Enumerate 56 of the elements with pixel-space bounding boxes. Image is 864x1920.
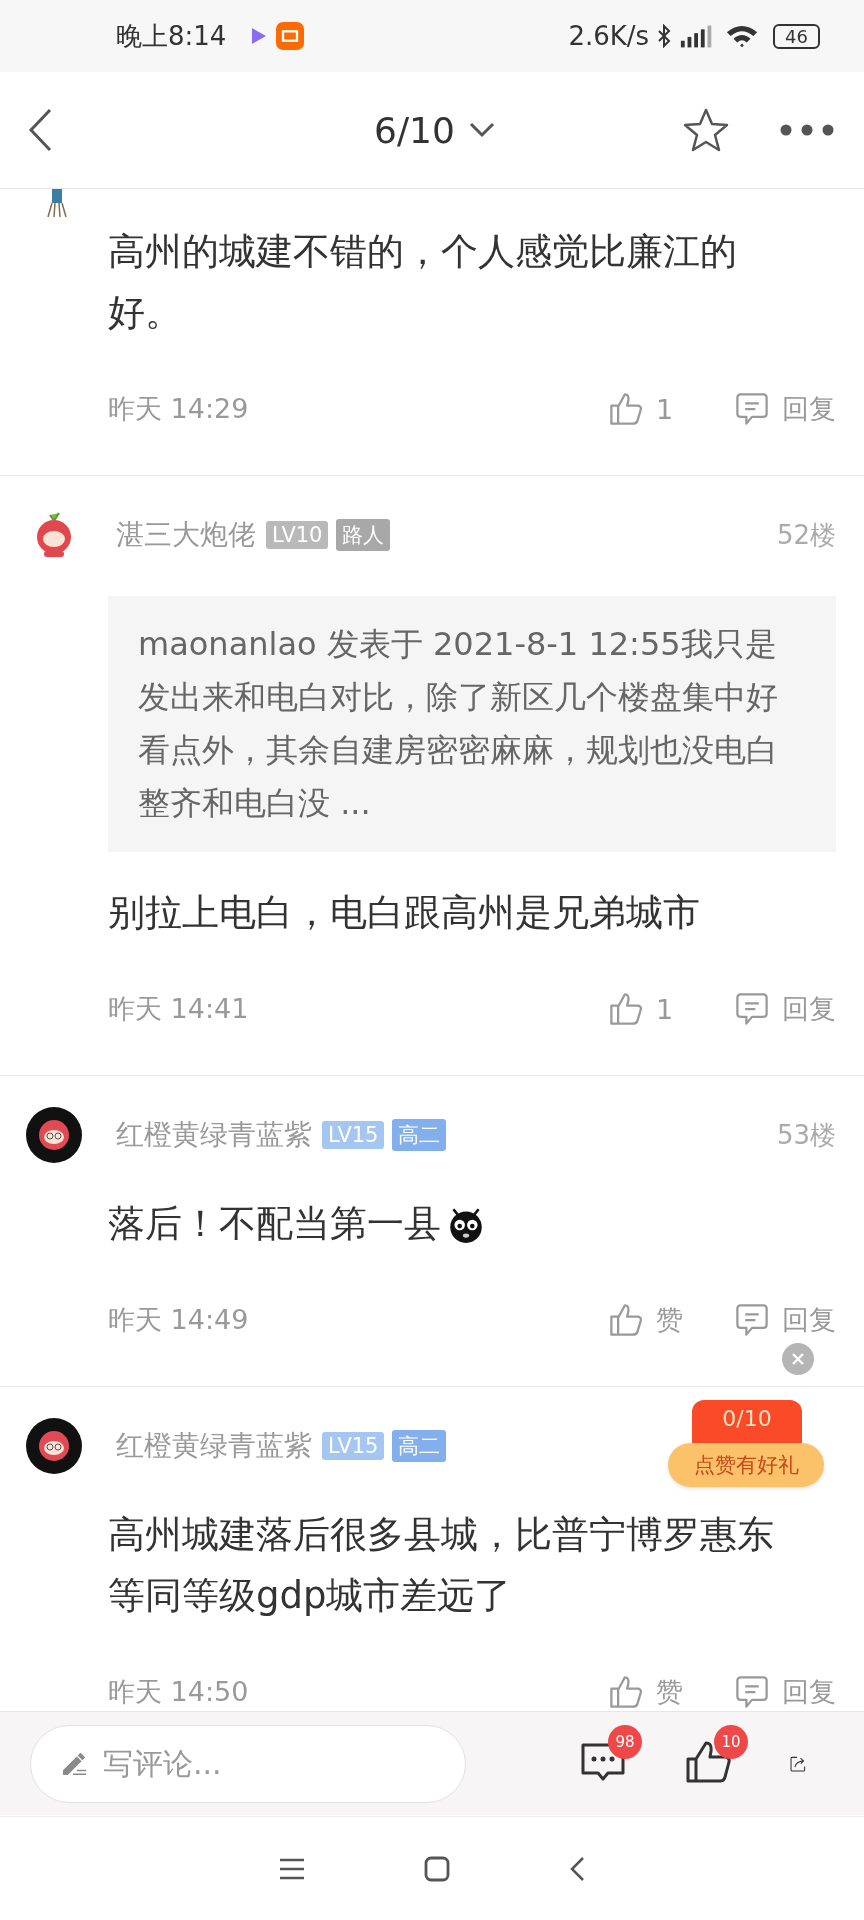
user-name[interactable]: 湛三大炮佬 <box>116 516 256 554</box>
wifi-icon <box>725 23 760 49</box>
comment-icon[interactable] <box>734 1674 770 1710</box>
avatar[interactable] <box>26 1107 82 1163</box>
comment-icon[interactable] <box>734 1302 770 1338</box>
like-reward-button[interactable]: 点赞有好礼 <box>668 1443 824 1487</box>
thumbs-up-icon[interactable] <box>608 1674 644 1710</box>
comment-text: 别拉上电白，电白跟高州是兄弟城市 <box>108 890 700 936</box>
comment-time: 昨天 14:29 <box>108 392 249 426</box>
star-icon[interactable] <box>682 107 730 153</box>
user-badge: LV15 <box>322 1432 385 1460</box>
user-badge: 路人 <box>336 519 391 551</box>
comment-icon[interactable] <box>734 991 770 1027</box>
status-time: 晚上8:14 <box>116 19 227 53</box>
battery-indicator: 46 <box>773 23 820 49</box>
reply-link[interactable]: 回复 <box>782 391 836 427</box>
comment-field[interactable]: 写评论... <box>30 1724 466 1803</box>
floor-number: 53楼 <box>776 1118 836 1152</box>
app-icon <box>276 22 305 50</box>
back-icon[interactable] <box>28 108 52 152</box>
comment-icon[interactable] <box>734 391 770 427</box>
bluetooth-icon <box>657 24 672 48</box>
network-speed: 2.6K/s <box>568 21 650 51</box>
like-count[interactable]: 赞 <box>656 1674 686 1710</box>
user-badge: 高二 <box>392 1119 447 1151</box>
thumbs-up-icon[interactable] <box>608 1302 644 1338</box>
floor-number: 52楼 <box>776 518 836 552</box>
user-badge: LV10 <box>266 521 329 549</box>
reply-link[interactable]: 回复 <box>782 991 836 1027</box>
menu-icon[interactable] <box>279 1857 306 1880</box>
user-badge: 高二 <box>392 1430 447 1462</box>
like-count[interactable]: 1 <box>656 993 686 1025</box>
quoted-comment: maonanlao 发表于 2021-8-1 12:55我只是发出来和电白对比，除了新区几个楼盘集中好看点外，其余自建房密密麻麻，规划也没电白整齐和电白没 ... <box>108 596 836 852</box>
user-name[interactable]: 红橙黄绿青蓝紫 <box>116 1116 312 1154</box>
thumbs-up-icon[interactable] <box>608 991 644 1027</box>
comment-time: 昨天 14:49 <box>108 1303 249 1337</box>
reply-link[interactable]: 回复 <box>782 1674 836 1710</box>
comment-text: 高州城建落后很多县城，比普宁博罗惠东等同等级gdp城市差远了 <box>108 1512 775 1619</box>
like-count[interactable]: 赞 <box>656 1302 686 1338</box>
comment-count-badge: 98 <box>608 1724 642 1759</box>
like-count-badge: 10 <box>714 1724 748 1759</box>
avatar[interactable] <box>26 1418 82 1474</box>
comment-time: 昨天 14:41 <box>108 992 249 1026</box>
more-icon[interactable] <box>780 124 834 136</box>
thumbs-up-icon[interactable] <box>608 391 644 427</box>
like-count[interactable]: 1 <box>656 393 686 425</box>
comment-time: 昨天 14:50 <box>108 1675 249 1709</box>
home-icon[interactable] <box>424 1855 450 1882</box>
comment-text: 落后！不配当第一县 <box>108 1201 441 1247</box>
chevron-down-icon[interactable] <box>468 122 495 138</box>
reply-link[interactable]: 回复 <box>782 1302 836 1338</box>
back-icon[interactable] <box>568 1855 585 1882</box>
user-name[interactable]: 红橙黄绿青蓝紫 <box>116 1427 312 1465</box>
page-selector[interactable]: 6/10 <box>374 109 495 151</box>
comment-text: 高州的城建不错的，个人感觉比廉江的好。 <box>108 229 738 336</box>
user-badge: LV15 <box>322 1121 385 1149</box>
